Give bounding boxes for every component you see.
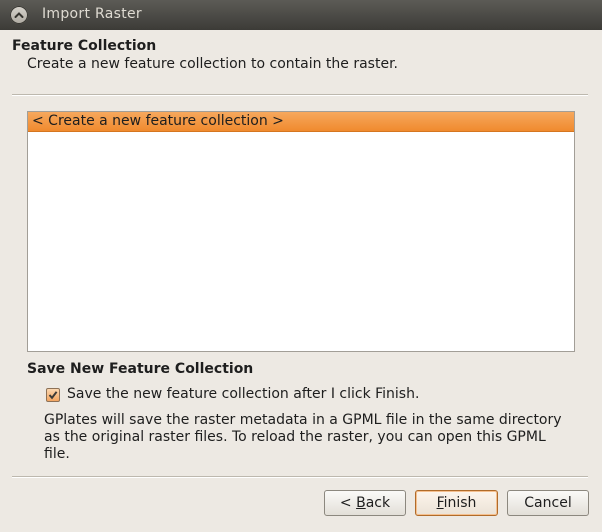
page-title: Feature Collection: [12, 38, 157, 54]
cancel-button-label: Cancel: [524, 495, 572, 511]
gpml-info-text: GPlates will save the raster metadata in…: [44, 412, 562, 462]
save-collection-checkbox-label[interactable]: Save the new feature collection after I …: [67, 386, 419, 402]
feature-collection-list[interactable]: < Create a new feature collection >: [27, 111, 575, 352]
finish-button-mnemonic: F: [436, 495, 444, 511]
footer-divider: [12, 476, 588, 478]
save-section-title: Save New Feature Collection: [27, 361, 254, 377]
back-button-prefix: <: [339, 495, 357, 511]
back-button-label: ack: [365, 495, 391, 511]
page-subtitle: Create a new feature collection to conta…: [27, 56, 398, 72]
header-divider: [12, 94, 588, 96]
cancel-button[interactable]: Cancel: [507, 490, 589, 516]
chevron-up-icon: [14, 12, 24, 18]
checkmark-icon: [48, 391, 58, 400]
back-button[interactable]: < Back: [324, 490, 406, 516]
window-title: Import Raster: [42, 6, 142, 22]
list-item-create-new-collection[interactable]: < Create a new feature collection >: [28, 112, 574, 132]
finish-button-label: inish: [443, 495, 477, 511]
window-menu-button[interactable]: [10, 6, 28, 24]
finish-button[interactable]: Finish: [415, 490, 498, 516]
back-button-mnemonic: B: [356, 495, 366, 511]
title-bar: Import Raster: [0, 0, 602, 30]
save-collection-checkbox[interactable]: [46, 388, 60, 402]
